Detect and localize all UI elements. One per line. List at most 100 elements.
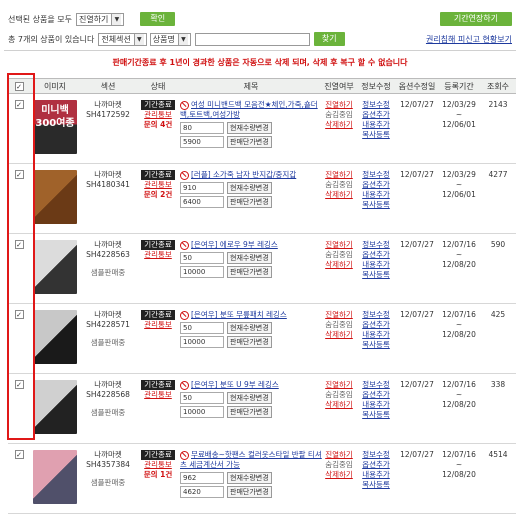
product-thumbnail[interactable]: [33, 380, 77, 434]
add-option-link[interactable]: 옵션추가: [356, 180, 396, 190]
quantity-input[interactable]: 50: [180, 392, 224, 404]
change-quantity-button[interactable]: 현재수량변경: [227, 322, 272, 334]
edit-info-link[interactable]: 정보수정: [356, 310, 396, 320]
product-title-link[interactable]: [러플] 소가죽 남자 반지갑/중지갑: [191, 170, 296, 179]
display-link[interactable]: 진열하기: [322, 240, 356, 250]
col-option-date: 옵션수정일: [396, 78, 438, 94]
chevron-down-icon: ▼: [133, 33, 144, 45]
product-title-link[interactable]: [은여우] 분또 무릎패치 레깅스: [191, 310, 287, 319]
product-thumbnail[interactable]: [33, 170, 77, 224]
price-input[interactable]: 5900: [180, 136, 224, 148]
product-title-link[interactable]: [은여우] 에로우 9부 레깅스: [191, 240, 278, 249]
quantity-input[interactable]: 50: [180, 252, 224, 264]
add-content-link[interactable]: 내용추가: [356, 260, 396, 270]
display-link[interactable]: 진열하기: [322, 310, 356, 320]
edit-info-link[interactable]: 정보수정: [356, 450, 396, 460]
change-price-button[interactable]: 판매단가변경: [227, 196, 272, 208]
rights-report-link[interactable]: 권리침해 피신고 현황보기: [426, 34, 512, 45]
search-button[interactable]: 찾기: [313, 32, 345, 46]
product-code: SH4172592: [86, 110, 130, 119]
product-thumbnail[interactable]: 미니백 300여종: [33, 100, 77, 154]
copy-register-link[interactable]: 복사등록: [356, 340, 396, 350]
bulk-action-select[interactable]: 진열하기 ▼: [75, 12, 125, 26]
quantity-input[interactable]: 962: [180, 472, 224, 484]
row-checkbox[interactable]: ✓: [14, 450, 24, 459]
add-content-link[interactable]: 내용추가: [356, 400, 396, 410]
copy-register-link[interactable]: 복사등록: [356, 130, 396, 140]
confirm-button[interactable]: 확인: [140, 12, 176, 26]
quantity-input[interactable]: 910: [180, 182, 224, 194]
period-extend-button[interactable]: 기간연장하기: [439, 12, 512, 26]
price-input[interactable]: 10000: [180, 336, 224, 348]
copy-register-link[interactable]: 복사등록: [356, 410, 396, 420]
change-price-button[interactable]: 판매단가변경: [227, 486, 272, 498]
delete-link[interactable]: 삭제하기: [322, 260, 356, 270]
section-select[interactable]: 전체섹션 ▼: [98, 32, 147, 46]
edit-info-link[interactable]: 정보수정: [356, 240, 396, 250]
add-option-link[interactable]: 옵션추가: [356, 390, 396, 400]
product-title-link[interactable]: 무료배송~핫팬스 컬러웃스타일 반팔 티셔츠 세금계산서 가능: [180, 450, 322, 469]
change-quantity-button[interactable]: 현재수량변경: [227, 392, 272, 404]
price-input[interactable]: 10000: [180, 266, 224, 278]
field-select[interactable]: 상품명 ▼: [149, 32, 191, 46]
add-option-link[interactable]: 옵션추가: [356, 320, 396, 330]
change-price-button[interactable]: 판매단가변경: [227, 136, 272, 148]
col-views: 조회수: [480, 78, 516, 94]
product-title-link[interactable]: [은여우] 분또 U 9부 레깅스: [191, 380, 279, 389]
edit-info-link[interactable]: 정보수정: [356, 100, 396, 110]
inquiry-count[interactable]: 문의 4건: [136, 120, 180, 130]
add-content-link[interactable]: 내용추가: [356, 330, 396, 340]
product-thumbnail[interactable]: [33, 450, 77, 504]
shop-name: 나까마켓: [94, 240, 122, 249]
change-quantity-button[interactable]: 현재수량변경: [227, 122, 272, 134]
deletion-notice: 판매기간종료 후 1년이 경과한 상품은 자동으로 삭제 되며, 삭제 후 복구…: [112, 58, 408, 67]
price-input[interactable]: 4620: [180, 486, 224, 498]
manage-notice-link[interactable]: 관리통보: [136, 250, 180, 260]
add-content-link[interactable]: 내용추가: [356, 120, 396, 130]
search-input[interactable]: [194, 32, 310, 46]
add-option-link[interactable]: 옵션추가: [356, 110, 396, 120]
product-thumbnail[interactable]: [33, 240, 77, 294]
change-quantity-button[interactable]: 현재수량변경: [227, 252, 272, 264]
price-input[interactable]: 6400: [180, 196, 224, 208]
product-thumbnail[interactable]: [33, 310, 77, 364]
change-price-button[interactable]: 판매단가변경: [227, 406, 272, 418]
period-end: 12/08/20: [442, 330, 476, 339]
delete-link[interactable]: 삭제하기: [322, 470, 356, 480]
shop-name: 나까마켓: [94, 170, 122, 179]
price-input[interactable]: 10000: [180, 406, 224, 418]
display-link[interactable]: 진열하기: [322, 450, 356, 460]
change-price-button[interactable]: 판매단가변경: [227, 336, 272, 348]
manage-notice-link[interactable]: 관리통보: [136, 320, 180, 330]
product-code: SH4357384: [86, 460, 130, 469]
inquiry-count[interactable]: 문의 2건: [136, 190, 180, 200]
manage-notice-link[interactable]: 관리통보: [136, 460, 180, 470]
product-title-link[interactable]: 여성 미니밴드백 모음전★체인,가죽,숄더백,토트백,여성가방: [180, 100, 318, 119]
display-link[interactable]: 진열하기: [322, 170, 356, 180]
display-link[interactable]: 진열하기: [322, 380, 356, 390]
copy-register-link[interactable]: 복사등록: [356, 200, 396, 210]
add-option-link[interactable]: 옵션추가: [356, 460, 396, 470]
edit-info-link[interactable]: 정보수정: [356, 380, 396, 390]
inquiry-count[interactable]: 문의 1건: [136, 470, 180, 480]
delete-link[interactable]: 삭제하기: [322, 120, 356, 130]
edit-info-link[interactable]: 정보수정: [356, 170, 396, 180]
add-content-link[interactable]: 내용추가: [356, 190, 396, 200]
add-option-link[interactable]: 옵션추가: [356, 250, 396, 260]
manage-notice-link[interactable]: 관리통보: [136, 390, 180, 400]
product-table: ✓ 이미지 섹션 상태 제목 진열여부 정보수정 옵션수정일 등록기간 조회수 …: [8, 78, 516, 514]
delete-link[interactable]: 삭제하기: [322, 330, 356, 340]
change-quantity-button[interactable]: 현재수량변경: [227, 182, 272, 194]
add-content-link[interactable]: 내용추가: [356, 470, 396, 480]
delete-link[interactable]: 삭제하기: [322, 190, 356, 200]
display-link[interactable]: 진열하기: [322, 100, 356, 110]
copy-register-link[interactable]: 복사등록: [356, 270, 396, 280]
delete-link[interactable]: 삭제하기: [322, 400, 356, 410]
change-quantity-button[interactable]: 현재수량변경: [227, 472, 272, 484]
selected-label: 선택된 상품을 모두: [8, 14, 72, 24]
manage-notice-link[interactable]: 관리통보: [136, 180, 180, 190]
change-price-button[interactable]: 판매단가변경: [227, 266, 272, 278]
quantity-input[interactable]: 50: [180, 322, 224, 334]
quantity-input[interactable]: 80: [180, 122, 224, 134]
manage-notice-link[interactable]: 관리통보: [136, 110, 180, 120]
